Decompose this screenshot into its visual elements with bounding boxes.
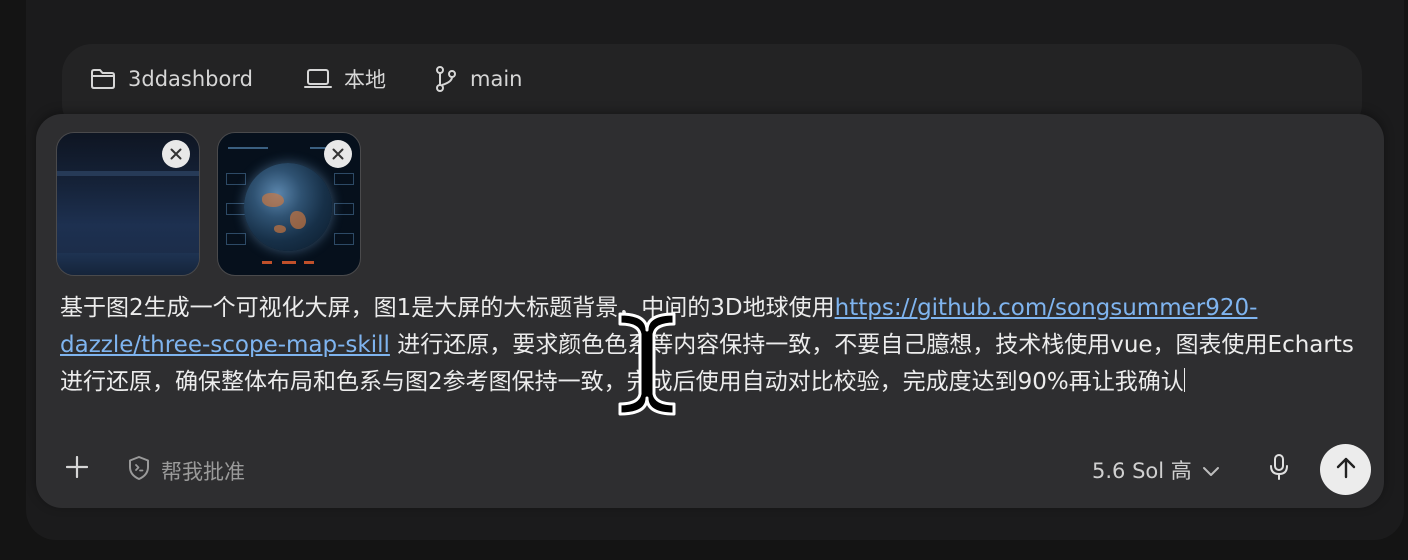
banner-glow xyxy=(57,253,199,275)
shield-icon xyxy=(127,455,151,486)
hud-panel xyxy=(334,233,354,245)
auto-approve-label: 帮我批准 xyxy=(161,459,245,484)
add-attachment-button[interactable] xyxy=(62,454,92,484)
prompt-text-part-1: 基于图2生成一个可视化大屏，图1是大屏的大标题背景，中间的3D地球使用 xyxy=(60,295,835,321)
remove-attachment-1-button[interactable] xyxy=(162,140,190,168)
send-button[interactable] xyxy=(1320,444,1371,495)
laptop-icon xyxy=(304,68,332,90)
environment-selector[interactable]: 本地 xyxy=(304,64,386,94)
project-folder-label: 3ddashbord xyxy=(128,67,253,91)
hud-marker xyxy=(282,261,296,264)
project-folder-selector[interactable]: 3ddashbord xyxy=(90,64,253,94)
voice-input-button[interactable] xyxy=(1264,454,1294,484)
hud-marker xyxy=(262,261,272,264)
ibeam-cursor-icon xyxy=(616,308,678,424)
git-branch-icon xyxy=(434,66,458,92)
auto-approve-toggle[interactable]: 帮我批准 xyxy=(127,455,245,486)
model-label: 5.6 Sol 高 xyxy=(1092,459,1192,483)
globe-image xyxy=(244,163,332,251)
globe-continent xyxy=(290,211,306,229)
chevron-down-icon xyxy=(1202,458,1220,482)
hud-panel xyxy=(226,233,246,245)
branch-label: main xyxy=(470,67,523,91)
hud-marker xyxy=(304,261,314,264)
hud-line xyxy=(228,147,268,149)
remove-attachment-2-button[interactable] xyxy=(324,140,352,168)
close-icon xyxy=(170,145,182,164)
title-banner-stripe xyxy=(57,171,199,176)
arrow-up-icon xyxy=(1335,456,1357,484)
model-selector[interactable]: 5.6 Sol 高 xyxy=(1092,455,1220,485)
globe-continent xyxy=(262,193,284,207)
hud-panel xyxy=(334,203,354,215)
microphone-icon xyxy=(1268,453,1290,485)
globe-continent xyxy=(274,225,286,233)
hud-panel xyxy=(226,203,246,215)
close-icon xyxy=(332,145,344,164)
environment-label: 本地 xyxy=(344,68,386,92)
plus-icon xyxy=(65,455,89,482)
text-caret xyxy=(1183,368,1186,392)
folder-icon xyxy=(90,68,116,90)
hud-panel xyxy=(334,173,354,185)
hud-panel xyxy=(226,173,246,185)
branch-selector[interactable]: main xyxy=(434,64,522,94)
prompt-input[interactable]: 基于图2生成一个可视化大屏，图1是大屏的大标题背景，中间的3D地球使用https… xyxy=(60,290,1360,401)
